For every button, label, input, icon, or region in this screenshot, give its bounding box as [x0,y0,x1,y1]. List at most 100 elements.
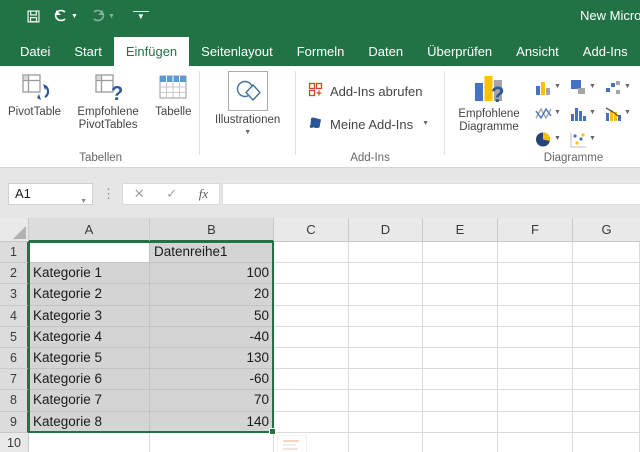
column-header-E[interactable]: E [423,218,498,242]
cell-B8[interactable]: 70 [150,390,274,411]
cell-B10[interactable] [150,433,274,452]
cell-E2[interactable] [423,263,498,284]
row-header-4[interactable]: 4 [0,306,29,327]
line-chart-button[interactable]: ▼ [535,100,570,126]
cell-C5[interactable] [274,327,349,348]
cell-A2[interactable]: Kategorie 1 [29,263,150,284]
column-chart-button[interactable]: ▼ [535,74,570,100]
cell-G8[interactable] [573,390,640,411]
cell-E1[interactable] [423,242,498,263]
recommended-pivottables-button[interactable]: ? Empfohlene PivotTables [65,66,151,132]
tab-formeln[interactable]: Formeln [285,37,357,66]
row-header-6[interactable]: 6 [0,348,29,369]
column-header-C[interactable]: C [274,218,349,242]
scatter-chart-button[interactable]: ▼ [570,126,605,152]
redo-button[interactable]: ▼ [86,7,119,25]
hierarchy-chart-button[interactable]: ▼ [605,74,640,100]
cell-F3[interactable] [498,284,573,305]
fill-handle[interactable] [269,428,276,435]
row-header-5[interactable]: 5 [0,327,29,348]
cell-E5[interactable] [423,327,498,348]
cell-A4[interactable]: Kategorie 3 [29,306,150,327]
undo-dropdown-icon[interactable]: ▼ [71,13,78,20]
table-button[interactable]: Tabelle [151,66,195,119]
tab-datei[interactable]: Datei [8,37,62,66]
cell-B7[interactable]: -60 [150,369,274,390]
cell-F8[interactable] [498,390,573,411]
formula-input[interactable] [222,183,640,205]
cell-D4[interactable] [349,306,423,327]
cell-F7[interactable] [498,369,573,390]
cell-C1[interactable] [274,242,349,263]
cell-G9[interactable] [573,412,640,433]
customize-quick-access-icon[interactable]: ▼ [133,11,149,22]
cell-B4[interactable]: 50 [150,306,274,327]
cell-E6[interactable] [423,348,498,369]
cell-C9[interactable] [274,412,349,433]
row-header-1[interactable]: 1 [0,242,29,263]
insert-function-icon[interactable]: fx [199,186,208,202]
get-addins-button[interactable]: Add-Ins abrufen [308,82,434,100]
row-header-8[interactable]: 8 [0,390,29,411]
cell-F1[interactable] [498,242,573,263]
cell-A3[interactable]: Kategorie 2 [29,284,150,305]
histogram-chart-button[interactable]: ▼ [570,100,605,126]
cell-A1[interactable] [29,242,150,263]
cell-F9[interactable] [498,412,573,433]
cell-C3[interactable] [274,284,349,305]
cell-C6[interactable] [274,348,349,369]
cell-C4[interactable] [274,306,349,327]
cell-A6[interactable]: Kategorie 5 [29,348,150,369]
illustrations-button[interactable]: Illustrationen ▼ [211,66,284,137]
cell-E4[interactable] [423,306,498,327]
column-header-G[interactable]: G [573,218,640,242]
cell-B3[interactable]: 20 [150,284,274,305]
pivottable-button[interactable]: PivotTable [4,66,65,119]
cell-C8[interactable] [274,390,349,411]
undo-button[interactable]: ▼ [49,7,82,25]
cell-B6[interactable]: 130 [150,348,274,369]
bar-chart-button[interactable]: ▼ [570,74,605,100]
row-header-9[interactable]: 9 [0,412,29,433]
cell-G4[interactable] [573,306,640,327]
column-header-D[interactable]: D [349,218,423,242]
cell-D2[interactable] [349,263,423,284]
cancel-icon[interactable]: ✕ [134,186,145,202]
cell-D8[interactable] [349,390,423,411]
quick-analysis-button[interactable] [277,435,307,452]
tab-ueberpruefen[interactable]: Überprüfen [415,37,504,66]
cell-B9[interactable]: 140 [150,412,274,433]
cell-E10[interactable] [423,433,498,452]
save-button[interactable] [22,7,45,26]
cell-F2[interactable] [498,263,573,284]
redo-dropdown-icon[interactable]: ▼ [108,13,115,20]
cell-B1[interactable]: Datenreihe1 [150,242,274,263]
enter-icon[interactable]: ✓ [166,186,177,202]
cell-G10[interactable] [573,433,640,452]
cell-G2[interactable] [573,263,640,284]
cell-D9[interactable] [349,412,423,433]
row-header-10[interactable]: 10 [0,433,29,452]
tab-start[interactable]: Start [62,37,113,66]
tab-addins[interactable]: Add-Ins [571,37,640,66]
tab-einfuegen[interactable]: Einfügen [114,37,189,66]
cell-F4[interactable] [498,306,573,327]
tab-seitenlayout[interactable]: Seitenlayout [189,37,285,66]
cell-E8[interactable] [423,390,498,411]
select-all-button[interactable] [0,218,29,242]
cell-D6[interactable] [349,348,423,369]
tab-daten[interactable]: Daten [356,37,415,66]
tab-ansicht[interactable]: Ansicht [504,37,571,66]
cell-C2[interactable] [274,263,349,284]
cell-E9[interactable] [423,412,498,433]
cell-B2[interactable]: 100 [150,263,274,284]
cell-G6[interactable] [573,348,640,369]
cell-D1[interactable] [349,242,423,263]
cell-D10[interactable] [349,433,423,452]
cell-F10[interactable] [498,433,573,452]
cell-A7[interactable]: Kategorie 6 [29,369,150,390]
cell-D7[interactable] [349,369,423,390]
cell-F6[interactable] [498,348,573,369]
cell-D3[interactable] [349,284,423,305]
cell-B5[interactable]: -40 [150,327,274,348]
